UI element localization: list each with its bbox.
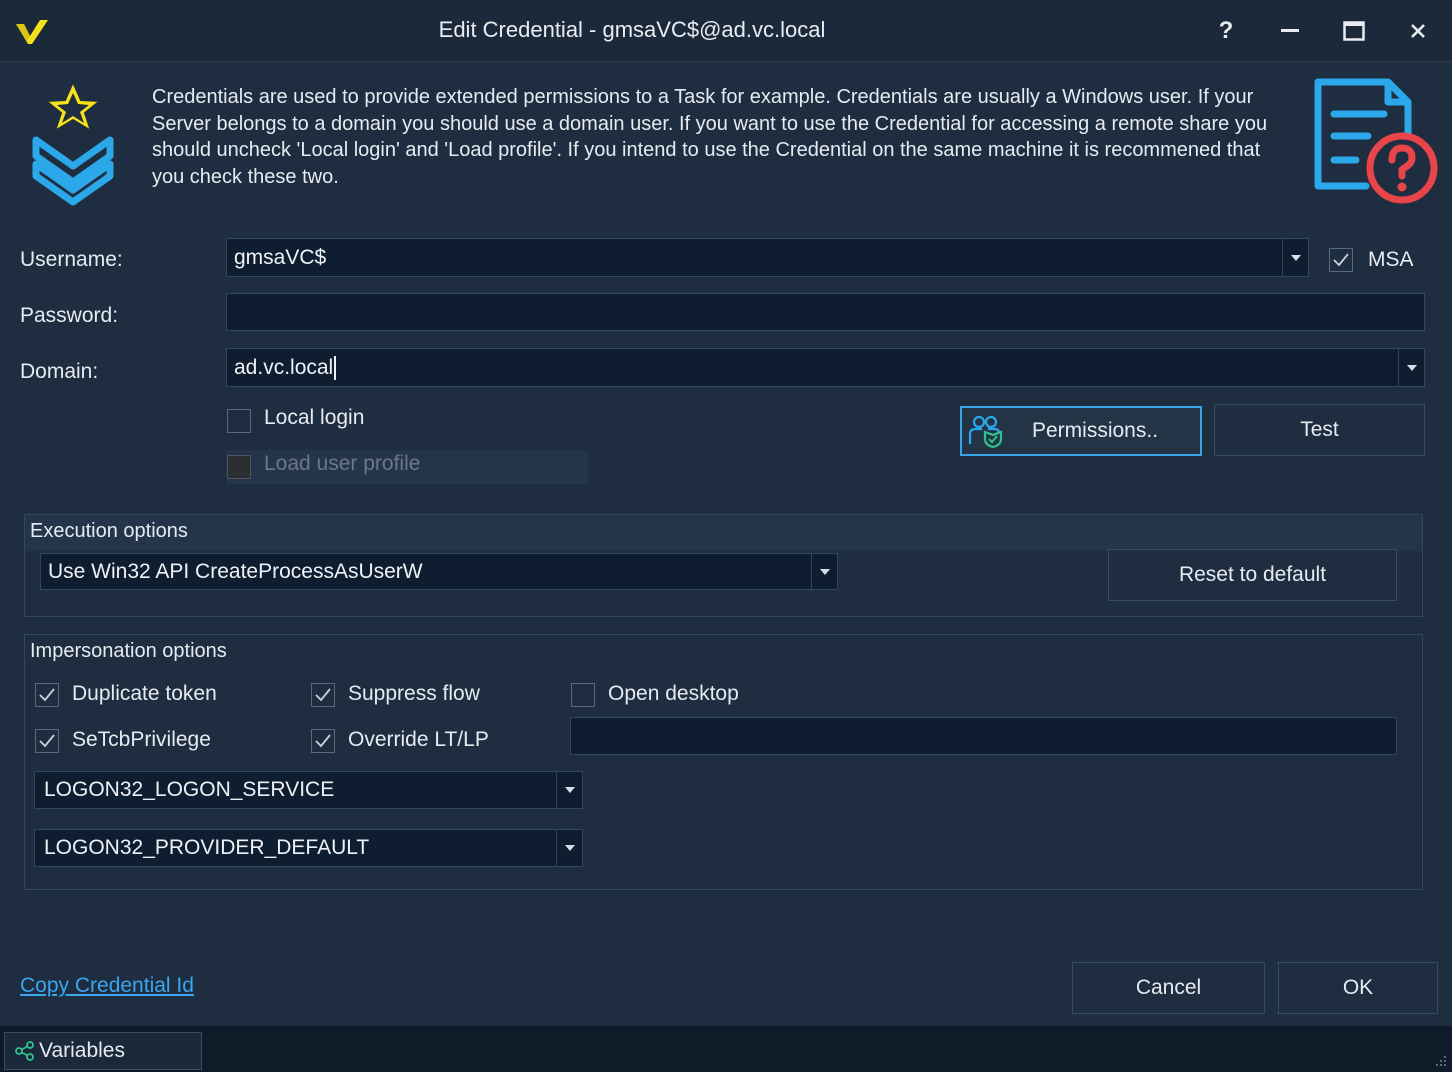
setcbprivilege-checkbox[interactable] bbox=[35, 729, 59, 753]
domain-combobox[interactable]: ad.vc.local bbox=[226, 348, 1425, 387]
resize-grip-icon[interactable] bbox=[1432, 1052, 1448, 1068]
text-cursor bbox=[334, 355, 337, 380]
ok-label: OK bbox=[1342, 976, 1374, 999]
minimize-icon bbox=[1281, 29, 1299, 32]
minimize-button[interactable] bbox=[1270, 12, 1310, 50]
override-lt-lp-checkbox[interactable] bbox=[311, 729, 335, 753]
variables-share-icon bbox=[15, 1041, 34, 1061]
impersonation-options-title: Impersonation options bbox=[30, 640, 227, 662]
chevron-down-icon bbox=[1290, 254, 1301, 261]
execution-method-value: Use Win32 API CreateProcessAsUserW bbox=[48, 559, 423, 583]
test-label: Test bbox=[1300, 418, 1339, 441]
execution-options-title: Execution options bbox=[30, 520, 188, 542]
close-button[interactable] bbox=[1398, 12, 1438, 50]
password-label: Password: bbox=[20, 304, 119, 327]
close-icon bbox=[1411, 24, 1425, 38]
open-desktop-label: Open desktop bbox=[608, 682, 739, 705]
chevron-down-icon bbox=[564, 787, 575, 793]
title-bar: Edit Credential - gmsaVC$@ad.vc.local ? bbox=[0, 0, 1452, 62]
info-description: Credentials are used to provide extended… bbox=[152, 86, 1268, 188]
msa-label: MSA bbox=[1368, 248, 1414, 271]
username-value: gmsaVC$ bbox=[234, 245, 327, 269]
username-dropdown-button[interactable] bbox=[1282, 239, 1308, 276]
suppress-flow-checkbox[interactable] bbox=[311, 683, 335, 707]
domain-value: ad.vc.local bbox=[234, 355, 334, 379]
domain-dropdown-button[interactable] bbox=[1398, 349, 1424, 386]
load-profile-checkbox[interactable] bbox=[227, 455, 251, 479]
duplicate-token-label: Duplicate token bbox=[72, 682, 217, 705]
logon-type-value: LOGON32_LOGON_SERVICE bbox=[44, 778, 335, 801]
logon-provider-value: LOGON32_PROVIDER_DEFAULT bbox=[44, 836, 370, 859]
local-login-label: Local login bbox=[264, 406, 365, 429]
maximize-button[interactable] bbox=[1334, 12, 1374, 50]
open-desktop-checkbox[interactable] bbox=[571, 683, 595, 707]
reset-to-default-label: Reset to default bbox=[1178, 563, 1327, 586]
execution-header-band bbox=[25, 515, 1422, 551]
checkmark-icon bbox=[39, 688, 55, 702]
help-button[interactable]: ? bbox=[1206, 12, 1246, 50]
document-help-icon bbox=[1314, 78, 1438, 204]
copy-credential-id-link[interactable]: Copy Credential Id bbox=[20, 974, 194, 998]
chevron-down-icon bbox=[819, 568, 830, 575]
logon-type-dropdown-button[interactable] bbox=[556, 772, 582, 808]
variables-label: Variables bbox=[39, 1039, 125, 1062]
window-title: Edit Credential - gmsaVC$@ad.vc.local bbox=[438, 17, 826, 42]
checkmark-icon bbox=[315, 688, 331, 702]
cancel-button[interactable]: Cancel bbox=[1072, 962, 1265, 1014]
chevron-down-icon bbox=[564, 845, 575, 851]
execution-dropdown-button[interactable] bbox=[811, 554, 837, 589]
checkmark-icon bbox=[1333, 253, 1349, 267]
suppress-flow-label: Suppress flow bbox=[348, 682, 480, 705]
reset-to-default-button[interactable]: Reset to default bbox=[1108, 549, 1397, 601]
setcbprivilege-label: SeTcbPrivilege bbox=[72, 728, 211, 751]
credential-badge-icon bbox=[32, 79, 114, 206]
maximize-icon bbox=[1343, 21, 1365, 41]
checkmark-icon bbox=[39, 734, 55, 748]
ok-button[interactable]: OK bbox=[1278, 962, 1438, 1014]
password-input[interactable] bbox=[226, 293, 1425, 331]
desktop-input[interactable] bbox=[570, 717, 1397, 755]
logon-provider-dropdown-button[interactable] bbox=[556, 830, 582, 866]
load-profile-label: Load user profile bbox=[264, 452, 421, 475]
logon-type-select[interactable]: LOGON32_LOGON_SERVICE bbox=[34, 771, 583, 809]
execution-method-select[interactable]: Use Win32 API CreateProcessAsUserW bbox=[40, 553, 838, 590]
duplicate-token-checkbox[interactable] bbox=[35, 683, 59, 707]
local-login-checkbox[interactable] bbox=[227, 409, 251, 433]
variables-tab[interactable]: Variables bbox=[4, 1032, 202, 1070]
domain-label: Domain: bbox=[20, 360, 99, 383]
users-shield-icon bbox=[968, 415, 1003, 448]
msa-checkbox[interactable] bbox=[1329, 248, 1353, 272]
cancel-label: Cancel bbox=[1135, 976, 1202, 999]
username-label: Username: bbox=[20, 248, 123, 271]
chevron-down-icon bbox=[1406, 364, 1417, 371]
test-button[interactable]: Test bbox=[1214, 404, 1425, 456]
override-lt-lp-label: Override LT/LP bbox=[348, 728, 489, 751]
checkmark-icon bbox=[315, 734, 331, 748]
status-bar: Variables bbox=[0, 1026, 1452, 1072]
permissions-button[interactable]: Permissions.. bbox=[960, 406, 1202, 456]
help-icon: ? bbox=[1218, 17, 1234, 44]
username-combobox[interactable]: gmsaVC$ bbox=[226, 238, 1309, 277]
permissions-label: Permissions.. bbox=[1032, 419, 1159, 442]
logon-provider-select[interactable]: LOGON32_PROVIDER_DEFAULT bbox=[34, 829, 583, 867]
